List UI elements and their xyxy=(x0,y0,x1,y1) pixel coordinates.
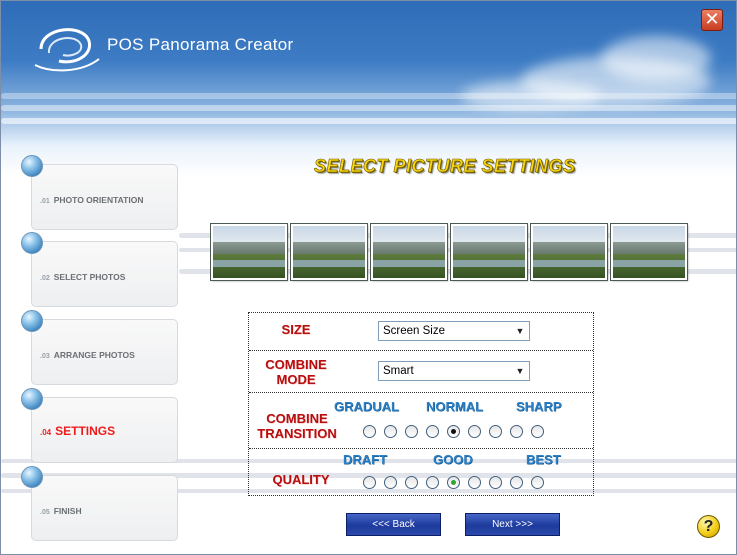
photo-thumbnail[interactable] xyxy=(451,224,527,280)
quality-radio-4[interactable] xyxy=(426,476,439,489)
size-select-value: Screen Size xyxy=(383,325,446,337)
size-select[interactable]: Screen Size ▼ xyxy=(378,321,530,341)
scale-sharp: SHARP xyxy=(516,399,562,414)
step-select-photos[interactable]: .02 SELECT PHOTOS xyxy=(31,241,178,307)
chevron-down-icon: ▼ xyxy=(515,366,525,376)
step-label: .02 SELECT PHOTOS xyxy=(40,272,126,282)
back-button[interactable]: <<< Back xyxy=(346,513,441,536)
step-finish[interactable]: .05 FINISH xyxy=(31,475,178,541)
transition-radio-7[interactable] xyxy=(489,425,502,438)
combine-transition-label: COMBINE TRANSITION xyxy=(257,411,337,441)
scale-draft: DRAFT xyxy=(343,452,388,467)
page-heading: SELECT PICTURE SETTINGS xyxy=(314,156,576,177)
step-bubble-icon xyxy=(21,155,43,177)
help-icon[interactable]: ? xyxy=(697,515,720,538)
transition-radio-3[interactable] xyxy=(405,425,418,438)
quality-radio-6[interactable] xyxy=(468,476,481,489)
size-row: SIZE Screen Size ▼ xyxy=(249,313,593,350)
photo-thumbnail[interactable] xyxy=(371,224,447,280)
quality-radio-3[interactable] xyxy=(405,476,418,489)
quality-radio-1[interactable] xyxy=(363,476,376,489)
step-bubble-icon xyxy=(21,466,43,488)
step-settings[interactable]: .04 SETTINGS xyxy=(31,397,178,463)
close-icon[interactable]: ✕ xyxy=(701,9,723,31)
combine-transition-row: COMBINE TRANSITION GRADUAL NORMAL SHARP xyxy=(249,392,593,448)
next-button[interactable]: Next >>> xyxy=(465,513,560,536)
transition-radio-5[interactable] xyxy=(447,425,460,438)
combine-mode-select[interactable]: Smart ▼ xyxy=(378,361,530,381)
combine-mode-row: COMBINE MODE Smart ▼ xyxy=(249,350,593,392)
quality-radio-2[interactable] xyxy=(384,476,397,489)
quality-radio-5[interactable] xyxy=(447,476,460,489)
transition-radio-6[interactable] xyxy=(468,425,481,438)
scale-good: GOOD xyxy=(433,452,473,467)
photo-thumbnail[interactable] xyxy=(611,224,687,280)
transition-radio-4[interactable] xyxy=(426,425,439,438)
step-label: .01 PHOTO ORIENTATION xyxy=(40,195,144,205)
chevron-down-icon: ▼ xyxy=(515,326,525,336)
size-label: SIZE xyxy=(281,322,311,337)
app-logo-icon xyxy=(34,28,100,72)
transition-radio-1[interactable] xyxy=(363,425,376,438)
scale-normal: NORMAL xyxy=(426,399,484,414)
combine-mode-select-value: Smart xyxy=(383,365,414,377)
photo-thumbnail[interactable] xyxy=(531,224,607,280)
step-arrange-photos[interactable]: .03 ARRANGE PHOTOS xyxy=(31,319,178,385)
step-label: .03 ARRANGE PHOTOS xyxy=(40,350,135,360)
quality-radio-8[interactable] xyxy=(510,476,523,489)
quality-label: QUALITY xyxy=(272,472,330,487)
quality-radio-9[interactable] xyxy=(531,476,544,489)
scale-gradual: GRADUAL xyxy=(334,399,399,414)
photo-thumbnail[interactable] xyxy=(211,224,287,280)
step-bubble-icon xyxy=(21,310,43,332)
scale-best: BEST xyxy=(526,452,561,467)
title-banner: POS Panorama Creator ✕ xyxy=(1,1,736,141)
transition-radio-9[interactable] xyxy=(531,425,544,438)
step-label: .04 SETTINGS xyxy=(40,424,116,438)
combine-mode-label: COMBINE MODE xyxy=(265,357,327,387)
settings-panel: SIZE Screen Size ▼ COMBINE MODE Smart ▼ … xyxy=(248,312,594,496)
step-bubble-icon xyxy=(21,232,43,254)
photo-thumbnail[interactable] xyxy=(291,224,367,280)
step-label: .05 FINISH xyxy=(40,506,82,516)
step-bubble-icon xyxy=(21,388,43,410)
app-window: POS Panorama Creator ✕ .01 PHOTO ORIENTAT… xyxy=(0,0,737,555)
window-title: POS Panorama Creator xyxy=(107,35,294,54)
step-photo-orientation[interactable]: .01 PHOTO ORIENTATION xyxy=(31,164,178,230)
quality-radio-7[interactable] xyxy=(489,476,502,489)
quality-row: QUALITY DRAFT GOOD BEST xyxy=(249,448,593,495)
transition-radio-8[interactable] xyxy=(510,425,523,438)
transition-radio-2[interactable] xyxy=(384,425,397,438)
